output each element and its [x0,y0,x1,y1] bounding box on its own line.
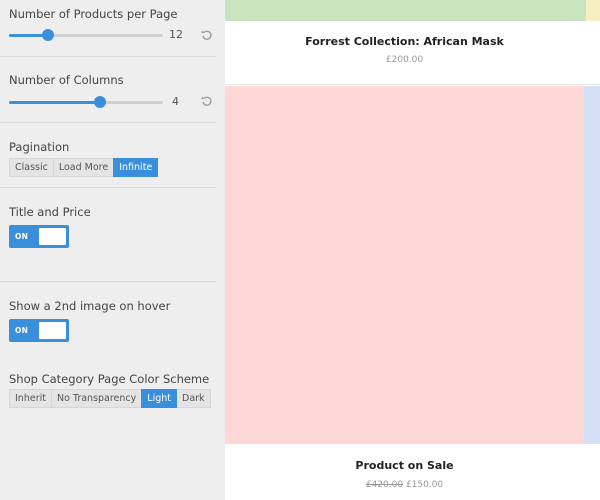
product-price: £200.00 [385,55,424,65]
toggle-state: ON [15,326,29,335]
pagination-label: Pagination [9,140,70,154]
toggle-knob [39,228,66,245]
divider [0,122,216,123]
toggle-knob [39,322,66,339]
slider-handle[interactable] [94,96,106,108]
title-price-toggle[interactable]: ON [9,225,69,248]
second-image-label: Show a 2nd image on hover [9,299,171,313]
products-per-page-value: 12 [169,28,183,41]
title-price-setting: Title and Price ON [9,205,215,255]
product-old-price: £420.00 [365,480,404,490]
toggle-state: ON [15,232,29,241]
products-per-page-slider[interactable] [9,28,163,42]
title-price-label: Title and Price [9,205,91,219]
pagination-option-load-more[interactable]: Load More [52,158,115,177]
color-scheme-option-no-transparency[interactable]: No Transparency [50,389,143,408]
product-image[interactable] [586,0,600,21]
color-scheme-label: Shop Category Page Color Scheme [9,372,210,386]
product-title[interactable]: Forrest Collection: African Mask [225,35,584,48]
slider-handle[interactable] [42,29,54,41]
divider [225,84,600,85]
products-per-page-label: Number of Products per Page [9,7,178,21]
columns-value: 4 [172,95,179,108]
product-grid: Forrest Collection: African Mask £200.00… [225,0,600,500]
product-image[interactable] [584,86,600,444]
products-per-page-setting: Number of Products per Page 12 [9,7,215,47]
pagination-setting: Pagination Classic Load More Infinite [9,140,215,180]
second-image-setting: Show a 2nd image on hover ON [9,299,215,349]
divider [0,187,216,188]
product-image[interactable] [225,0,586,21]
product-title[interactable]: Product on Sale [225,459,584,472]
color-scheme-option-dark[interactable]: Dark [176,389,211,408]
divider [0,56,216,57]
pagination-option-classic[interactable]: Classic [9,158,54,177]
pagination-option-infinite[interactable]: Infinite [113,158,159,177]
columns-label: Number of Columns [9,73,124,87]
color-scheme-option-light[interactable]: Light [141,389,177,408]
slider-fill [9,101,100,104]
product-price-group: £420.00 £150.00 [225,480,584,490]
columns-slider[interactable] [9,95,163,109]
divider [0,281,216,282]
reset-icon[interactable] [201,29,213,41]
color-scheme-setting: Shop Category Page Color Scheme Inherit … [9,372,215,412]
second-image-toggle[interactable]: ON [9,319,69,342]
settings-panel: Number of Products per Page 12 Number of… [0,0,225,500]
color-scheme-option-inherit[interactable]: Inherit [9,389,52,408]
reset-icon[interactable] [201,95,213,107]
product-sale-price: £150.00 [405,480,444,490]
product-image[interactable] [225,86,584,444]
columns-setting: Number of Columns 4 [9,73,215,113]
color-scheme-options: Inherit No Transparency Light Dark [9,389,211,408]
pagination-options: Classic Load More Infinite [9,158,159,177]
